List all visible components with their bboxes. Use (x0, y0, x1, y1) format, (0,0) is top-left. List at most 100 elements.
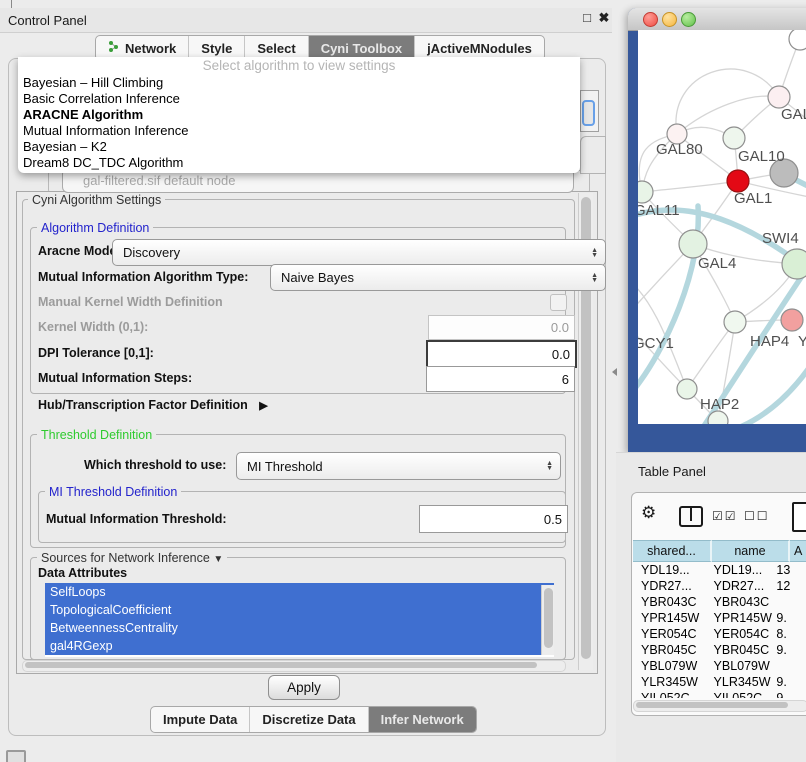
table-row[interactable]: YLR345WYLR345W9. (633, 674, 806, 690)
floating-panel-icon[interactable] (6, 750, 26, 762)
table-cell: YPR145W (633, 611, 704, 625)
select-all-checkboxes-icon[interactable]: ☑☑ (712, 509, 738, 523)
data-attribute-item[interactable]: gal4RGexp (45, 637, 554, 655)
network-node-hap2[interactable] (677, 379, 697, 399)
network-node-gal[interactable] (768, 86, 790, 108)
kernel-width-field[interactable]: 0.0 (428, 315, 575, 340)
table-row[interactable]: YBR045CYBR045C9. (633, 642, 806, 658)
network-canvas[interactable]: GALGAL80GAL10GAL1GAL11SWI4GAL4GCY1HAP4YH… (638, 30, 806, 424)
minimize-traffic-light-icon[interactable] (662, 12, 677, 27)
data-attributes-label: Data Attributes (38, 566, 127, 580)
table-cell: YLR345W (633, 675, 704, 689)
column-header-name[interactable]: name (712, 540, 790, 562)
data-attribute-item[interactable]: SelfLoops (45, 583, 554, 601)
table-row[interactable]: YBL079WYBL079W (633, 658, 806, 674)
column-header-shared-name[interactable]: shared... (633, 540, 712, 562)
network-node-label: Y (798, 333, 806, 350)
table-cell: YIL052C (633, 691, 704, 698)
network-node-label: GAL4 (698, 255, 736, 272)
settings-horizontal-scrollbar-thumb[interactable] (25, 662, 537, 668)
table-row[interactable]: YER054CYER054C8. (633, 626, 806, 642)
tab-discretize-data[interactable]: Discretize Data (249, 707, 367, 732)
manual-kernel-width-checkbox[interactable] (550, 294, 567, 311)
close-traffic-light-icon[interactable] (643, 12, 658, 27)
threshold-definition-title: Threshold Definition (37, 428, 156, 442)
table-horizontal-scrollbar-thumb[interactable] (636, 702, 788, 708)
network-node-gal4[interactable] (679, 230, 707, 258)
dropdown-item[interactable]: Dream8 DC_TDC Algorithm (18, 155, 580, 171)
attributes-vertical-scrollbar[interactable] (541, 585, 554, 655)
zoom-traffic-light-icon[interactable] (681, 12, 696, 27)
dpi-tolerance-value: 0.0 (552, 347, 570, 362)
hub-definition-toggle[interactable]: Hub/Transcription Factor Definition ▶ (38, 398, 268, 412)
table-row[interactable]: YIL052CYIL052C9. (633, 690, 806, 698)
table-horizontal-scrollbar[interactable] (633, 700, 806, 712)
tab-style-label: Style (201, 41, 232, 56)
dropdown-item[interactable]: Basic Correlation Inference (18, 91, 580, 107)
column-header-partial[interactable]: A (790, 540, 806, 562)
network-node-gal11[interactable] (638, 181, 653, 203)
network-node-hap4[interactable] (724, 311, 746, 333)
attributes-vertical-scrollbar-thumb[interactable] (544, 588, 553, 648)
algorithm-dropdown-placeholder: Select algorithm to view settings (18, 57, 580, 75)
top-edge-sliver (11, 0, 12, 8)
dropdown-item[interactable]: Bayesian – K2 (18, 139, 580, 155)
network-node-gal1[interactable] (727, 170, 749, 192)
network-node-label: SWI4 (762, 230, 799, 247)
network-node-label: GAL10 (738, 148, 785, 165)
network-node-label: GAL11 (638, 202, 680, 219)
dropdown-item[interactable]: ARACNE Algorithm (18, 107, 580, 123)
network-node-label: HAP4 (750, 333, 789, 350)
gear-icon[interactable]: ⚙ (641, 503, 656, 523)
table-row[interactable]: YDR27...YDR27...12 (633, 578, 806, 594)
algorithm-dropdown-list: Bayesian – Hill ClimbingBasic Correlatio… (18, 75, 580, 171)
network-node-swi4[interactable] (782, 249, 806, 279)
network-node-gal10[interactable] (723, 127, 745, 149)
network-select-combobox-value: gal-filtered.sif default node (63, 173, 235, 188)
data-attributes-list[interactable]: SelfLoopsTopologicalCoefficientBetweenne… (45, 583, 554, 657)
combo-stepper-icon: ▲▼ (546, 461, 553, 471)
table-cell: YLR345W (704, 675, 774, 689)
which-threshold-combobox[interactable]: MI Threshold ▲▼ (236, 452, 561, 480)
chevron-right-icon: ▶ (251, 400, 267, 412)
sources-toggle[interactable]: Sources for Network Inference ▼ (37, 551, 227, 565)
dropdown-item[interactable]: Bayesian – Hill Climbing (18, 75, 580, 91)
network-window-titlebar (628, 8, 806, 31)
algorithm-definition-title: Algorithm Definition (37, 221, 153, 235)
mi-steps-field[interactable]: 6 (426, 366, 575, 392)
split-pane-handle[interactable] (612, 368, 617, 376)
table-row[interactable]: YPR145WYPR145W9. (633, 610, 806, 626)
algorithm-dropdown: Select algorithm to view settings Bayesi… (18, 57, 580, 173)
mi-threshold-field[interactable]: 0.5 (419, 505, 568, 533)
dropdown-item[interactable]: Mutual Information Inference (18, 123, 580, 139)
data-attribute-item[interactable]: TopologicalCoefficient (45, 601, 554, 619)
table-cell: YDL19... (633, 563, 704, 577)
network-node[interactable] (789, 30, 806, 50)
columns-icon[interactable] (679, 506, 703, 527)
mi-threshold-value: 0.5 (544, 512, 562, 527)
tab-impute-data[interactable]: Impute Data (151, 707, 249, 732)
tab-infer-network[interactable]: Infer Network (368, 707, 476, 732)
table-row[interactable]: YBR043CYBR043C (633, 594, 806, 610)
network-node-label: GAL80 (656, 141, 703, 158)
table-cell: 8. (773, 627, 806, 641)
table-row[interactable]: YDL19...YDL19...13 (633, 562, 806, 578)
restore-window-icon[interactable]: □ (580, 10, 594, 25)
aracne-mode-combobox[interactable]: Discovery ▲▼ (112, 239, 606, 266)
mi-algorithm-type-combobox[interactable]: Naive Bayes ▲▼ (270, 264, 606, 291)
settings-horizontal-scrollbar[interactable] (22, 660, 566, 672)
data-attribute-item[interactable]: BetweennessCentrality (45, 619, 554, 637)
control-panel-title: Control Panel (0, 13, 87, 28)
close-window-icon[interactable]: ✖ (597, 10, 611, 26)
tab-discretize-data-label: Discretize Data (262, 712, 355, 727)
apply-button[interactable]: Apply (268, 675, 340, 700)
combo-stepper-icon: ▲▼ (591, 248, 598, 258)
network-canvas-svg: GALGAL80GAL10GAL1GAL11SWI4GAL4GCY1HAP4YH… (638, 30, 806, 424)
deselect-all-checkboxes-icon[interactable]: ☐☐ (744, 509, 770, 523)
table-cell: YBR045C (633, 643, 704, 657)
dpi-tolerance-field[interactable]: 0.0 (426, 340, 577, 368)
mi-steps-value: 6 (562, 372, 569, 387)
network-node-y[interactable] (781, 309, 803, 331)
new-table-icon[interactable] (792, 502, 806, 532)
table-body[interactable]: YDL19...YDL19...13YDR27...YDR27...12YBR0… (633, 562, 806, 698)
